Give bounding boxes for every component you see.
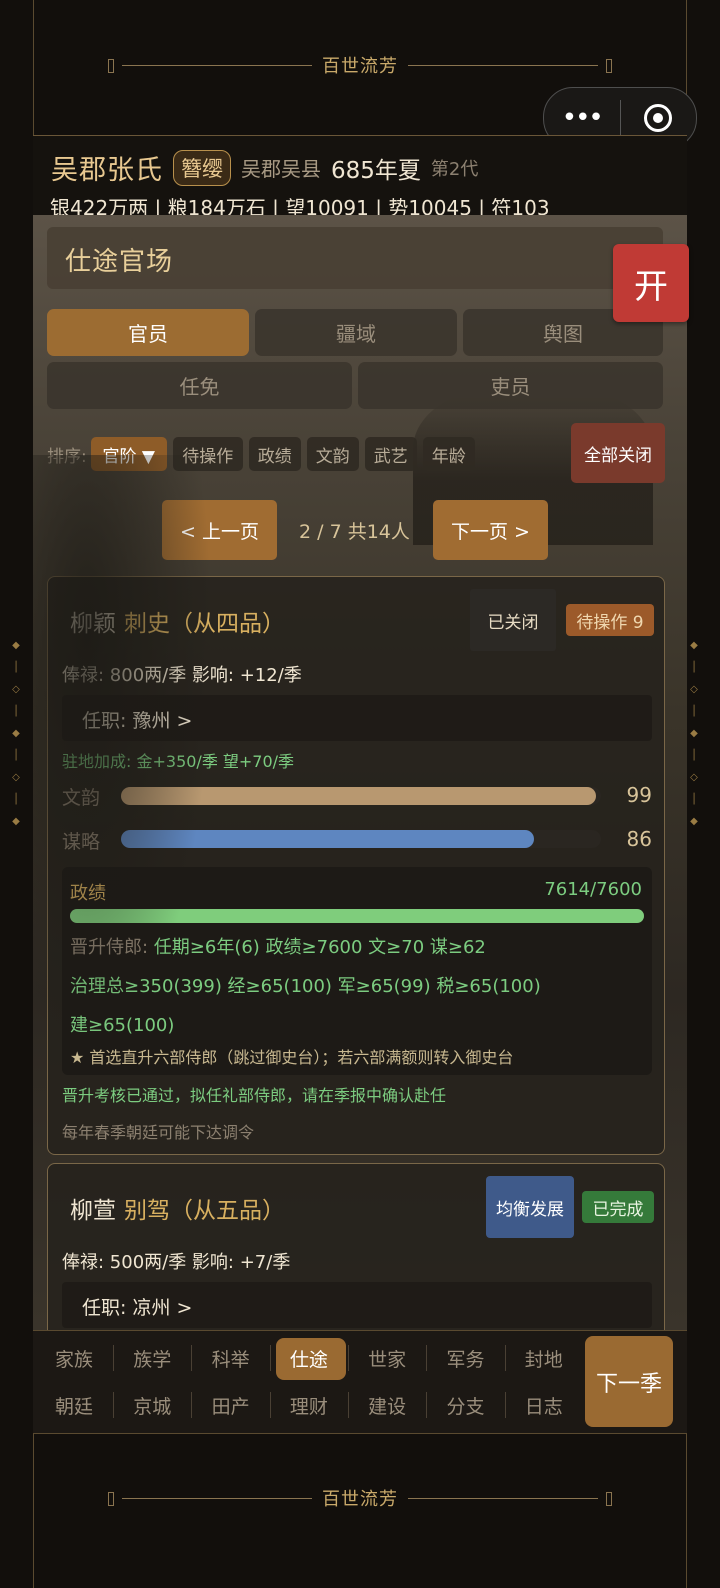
clan-location: 吴郡吴县 xyxy=(241,157,321,181)
stat-fill-strategy xyxy=(121,830,534,848)
promotion-note: ★ 首选直升六部侍郎（跳过御史台）；若六部满额则转入御史台 xyxy=(70,1048,514,1067)
generation: 第2代 xyxy=(430,158,479,180)
nav-item-1-7[interactable]: 封地 xyxy=(505,1336,583,1380)
banner-deco-right xyxy=(408,58,612,73)
promotion-req-line1: 晋升侍郎: 任期≥6年(6) 政绩≥7600 文≥70 谋≥62 xyxy=(70,937,486,958)
nav-item-1-1[interactable]: 家族 xyxy=(35,1336,113,1380)
official-title: 别驾（从五品） xyxy=(124,1198,285,1224)
page-info: 2 / 7 共14人 xyxy=(299,521,410,543)
sort-pending[interactable]: 待操作 xyxy=(172,437,243,471)
open-button[interactable]: 开 xyxy=(613,244,689,322)
salary-line: 俸禄: 500两/季 影响: +7/季 xyxy=(62,1252,291,1273)
banner-title: 百世流芳 xyxy=(322,56,398,77)
tab-officials[interactable]: 官员 xyxy=(47,309,249,356)
pending-badge[interactable]: 待操作 9 xyxy=(566,604,654,636)
stat-bar-literary xyxy=(121,787,601,805)
office-label: 任职: 凉州 > xyxy=(82,1297,193,1319)
nav-item-2-3[interactable]: 田产 xyxy=(192,1383,270,1427)
section-title-bar: 仕途官场 xyxy=(47,227,663,289)
bottom-banner: 百世流芳 xyxy=(33,1433,687,1563)
nav-item-2-7[interactable]: 日志 xyxy=(505,1383,583,1427)
nav-item-1-6[interactable]: 军务 xyxy=(427,1336,505,1380)
next-season-button[interactable]: 下一季 xyxy=(585,1336,673,1427)
tab-clerks[interactable]: 吏员 xyxy=(358,362,663,409)
nav-item-1-2[interactable]: 族学 xyxy=(113,1336,191,1380)
stat-bar-strategy xyxy=(121,830,601,848)
nav-item-1-5[interactable]: 世家 xyxy=(348,1336,426,1380)
official-card: 柳萱 别驾（从五品） 均衡发展 已完成 俸禄: 500两/季 影响: +7/季 任… xyxy=(47,1163,665,1330)
clan-header: 吴郡张氏 簪缨 吴郡吴县 685年夏 第2代 银422万两 | 粮184万石 |… xyxy=(33,135,687,220)
closed-toggle[interactable]: 已关闭 xyxy=(470,589,556,651)
rank-badge: 簪缨 xyxy=(173,149,231,186)
nav-item-1-4[interactable]: 仕途 xyxy=(270,1336,348,1380)
nav-item-2-2[interactable]: 京城 xyxy=(113,1383,191,1427)
game-year: 685年夏 xyxy=(331,157,421,184)
promotion-req-line3: 建≥65(100) xyxy=(70,1015,175,1036)
nav-item-2-6[interactable]: 分支 xyxy=(427,1383,505,1427)
tab-territory[interactable]: 疆域 xyxy=(255,309,457,356)
promotion-req-line2: 治理总≥350(399) 经≥65(100) 军≥65(99) 税≥65(100… xyxy=(70,976,541,997)
performance-value: 7614/7600 xyxy=(544,879,642,900)
stat-fill-literary xyxy=(121,787,597,805)
target-icon[interactable] xyxy=(621,104,697,132)
done-badge: 已完成 xyxy=(582,1191,654,1223)
station-bonus: 驻地加成: 金+350/季 望+70/季 xyxy=(62,752,295,771)
bottom-nav: 家族 族学 科举 仕途 世家 军务 封地朝廷 京城 田产 理财 建设 分支 日志 下一季 xyxy=(33,1330,687,1434)
sort-martial[interactable]: 武艺 xyxy=(364,437,417,471)
performance-label: 政绩 xyxy=(70,883,106,904)
nav-item-2-4[interactable]: 理财 xyxy=(270,1383,348,1427)
more-dots-icon[interactable]: ••• xyxy=(544,103,620,133)
stat-value-strategy: 86 xyxy=(626,827,652,851)
official-title: 刺史（从四品） xyxy=(124,611,285,637)
office-label: 任职: 豫州 > xyxy=(82,710,193,732)
performance-bar xyxy=(70,909,644,923)
performance-fill xyxy=(70,909,644,923)
tab-appointments[interactable]: 任免 xyxy=(47,362,352,409)
nav-item-2-5[interactable]: 建设 xyxy=(348,1383,426,1427)
banner-deco-left xyxy=(108,58,312,73)
official-name-line[interactable]: 柳颖 刺史（从四品） xyxy=(70,604,285,638)
banner-deco-left xyxy=(108,1491,312,1506)
right-ornament: ◆ │ ◇ │ ◆ │ ◇ │ ◆ xyxy=(690,640,698,827)
sort-performance[interactable]: 政绩 xyxy=(248,437,301,471)
salary-line: 俸禄: 800两/季 影响: +12/季 xyxy=(62,665,302,686)
promotion-notice: 晋升考核已通过，拟任礼部侍郎，请在季报中确认赴任 xyxy=(62,1086,447,1105)
stat-label-strategy: 谋略 xyxy=(62,831,101,853)
office-selector[interactable]: 任职: 豫州 > xyxy=(62,695,652,741)
sort-label: 排序: xyxy=(47,446,87,467)
section-title: 仕途官场 xyxy=(65,247,174,277)
official-name: 柳萱 xyxy=(70,1198,116,1224)
career-panel: 仕途官场 官员 疆域 舆图 任免 吏员 排序: 官阶 ▼ 待操作 政绩 文韵 武… xyxy=(33,215,687,1330)
sort-age[interactable]: 年龄 xyxy=(422,437,475,471)
stat-label-literary: 文韵 xyxy=(62,787,101,809)
stat-value-literary: 99 xyxy=(626,783,652,807)
sort-row: 排序: 官阶 ▼ 待操作 政绩 文韵 武艺 年龄 xyxy=(47,437,481,471)
clan-name: 吴郡张氏 xyxy=(51,155,163,186)
official-name-line[interactable]: 柳萱 别驾（从五品） xyxy=(70,1191,285,1225)
sort-rank[interactable]: 官阶 ▼ xyxy=(90,437,167,471)
prev-page-button[interactable]: < 上一页 xyxy=(162,500,277,560)
clan-info-row: 吴郡张氏 簪缨 吴郡吴县 685年夏 第2代 xyxy=(51,148,478,187)
close-all-button[interactable]: 全部关闭 xyxy=(571,423,665,483)
nav-item-1-3[interactable]: 科举 xyxy=(192,1336,270,1380)
banner-deco-right xyxy=(408,1491,612,1506)
court-notice: 每年春季朝廷可能下达调令 xyxy=(62,1123,255,1142)
nav-item-2-1[interactable]: 朝廷 xyxy=(35,1383,113,1427)
strategy-tag[interactable]: 均衡发展 xyxy=(486,1176,574,1238)
official-name: 柳颖 xyxy=(70,611,116,637)
official-card: 柳颖 刺史（从四品） 已关闭 待操作 9 俸禄: 800两/季 影响: +12/季… xyxy=(47,576,665,1155)
office-selector[interactable]: 任职: 凉州 > xyxy=(62,1282,652,1328)
performance-panel: 政绩 7614/7600 晋升侍郎: 任期≥6年(6) 政绩≥7600 文≥70… xyxy=(62,867,652,1075)
banner-title-bottom: 百世流芳 xyxy=(322,1489,398,1510)
left-ornament: ◆ │ ◇ │ ◆ │ ◇ │ ◆ xyxy=(12,640,20,827)
next-page-button[interactable]: 下一页 > xyxy=(433,500,548,560)
sort-literary[interactable]: 文韵 xyxy=(306,437,359,471)
